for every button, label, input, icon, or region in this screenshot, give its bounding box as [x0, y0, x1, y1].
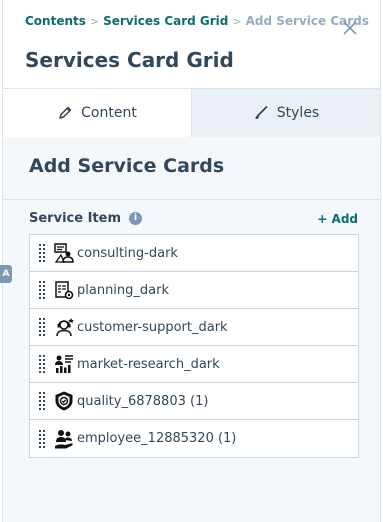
list-item[interactable]: market-research_dark: [30, 346, 358, 383]
drag-handle-icon[interactable]: [39, 392, 45, 410]
drag-handle-icon[interactable]: [39, 355, 45, 373]
add-button[interactable]: + Add: [317, 212, 358, 226]
field-label: Service Item i: [29, 211, 142, 226]
list-item-label: quality_6878803 (1): [77, 393, 209, 409]
tab-content[interactable]: Content: [3, 89, 191, 137]
drag-handle-icon[interactable]: [39, 318, 45, 336]
sidebar-panel: Contents > Services Card Grid > Add Service …: [2, 0, 381, 522]
info-icon[interactable]: i: [128, 212, 142, 225]
drag-handle-icon[interactable]: [39, 244, 45, 262]
side-tab[interactable]: A: [0, 265, 12, 283]
tab-content-label: Content: [81, 105, 137, 121]
list-item-label: employee_12885320 (1): [77, 431, 237, 446]
breadcrumb-contents[interactable]: Contents: [25, 14, 86, 28]
list-item[interactable]: customer-support_dark: [30, 309, 358, 346]
breadcrumb: Contents > Services Card Grid > Add Service …: [25, 14, 369, 28]
breadcrumb-services-card-grid[interactable]: Services Card Grid: [103, 14, 228, 28]
service-item-list: consulting-dark planning_dark customer-s…: [29, 234, 359, 458]
section-divider: [3, 199, 380, 200]
page-title: Services Card Grid: [25, 48, 234, 72]
close-icon-graphic: [343, 21, 357, 35]
brush-icon: [255, 106, 268, 119]
drag-handle-icon[interactable]: [39, 281, 45, 299]
field-label-text: Service Item: [29, 211, 121, 226]
employee-icon: [55, 429, 73, 448]
customer-support-icon: [56, 318, 74, 337]
quality-badge-icon: [55, 391, 73, 411]
pencil-icon: [59, 106, 72, 119]
list-item-label: customer-support_dark: [77, 319, 228, 335]
close-icon[interactable]: [340, 18, 360, 38]
market-research-icon: [55, 355, 73, 373]
section-title: Add Service Cards: [29, 155, 225, 177]
breadcrumb-separator: >: [232, 15, 242, 28]
list-item[interactable]: consulting-dark: [30, 235, 358, 272]
list-item[interactable]: quality_6878803 (1): [30, 383, 358, 420]
breadcrumb-separator: >: [89, 15, 100, 28]
list-item-label: market-research_dark: [77, 356, 220, 372]
tab-bar: Content Styles: [3, 88, 380, 138]
tab-styles[interactable]: Styles: [191, 89, 380, 137]
list-item[interactable]: planning_dark: [30, 272, 358, 309]
consulting-icon: [54, 243, 74, 263]
list-item[interactable]: employee_12885320 (1): [30, 420, 358, 457]
list-item-label: consulting-dark: [77, 245, 178, 261]
tab-styles-label: Styles: [276, 105, 320, 121]
drag-handle-icon[interactable]: [39, 429, 45, 448]
planning-icon: [55, 281, 74, 300]
list-item-label: planning_dark: [77, 282, 170, 298]
